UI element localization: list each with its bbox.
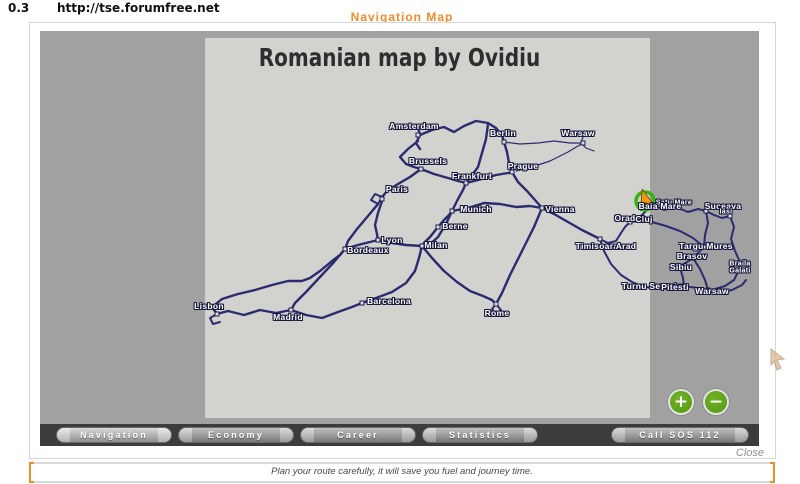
city-label-timisoara: Timisoara	[575, 241, 619, 251]
city-label-berlin: Berlin	[490, 128, 516, 138]
city-label-milan: Milan	[424, 240, 448, 250]
road-node	[214, 311, 220, 317]
road-node	[375, 237, 381, 243]
road	[494, 206, 544, 306]
city-label-arad: Arad	[615, 241, 637, 251]
road-node	[493, 301, 499, 307]
city-label-vienna: Vienna	[545, 204, 575, 214]
city-label-pitesti: Pitesti	[661, 282, 689, 292]
city-label-brasov: Brasov	[676, 251, 708, 261]
tip-bracket-right-icon	[770, 462, 775, 483]
bottom-toolbar: Navigation Economy Career Statistics Call S…	[40, 424, 759, 446]
city-label-targu-mures: Targu Mures	[679, 241, 733, 251]
tip-text: Plan your route carefully, it will save …	[271, 466, 533, 477]
road-node	[435, 224, 441, 230]
version-number: 0.3	[8, 1, 30, 15]
city-label-warsaw: Warsaw	[695, 286, 729, 296]
map-panel: Romanian map by Ovidiu Amsterdam Berlin Wa…	[40, 31, 759, 446]
city-label-berne: Berne	[442, 221, 468, 231]
road	[510, 170, 544, 210]
city-label-sibiu: Sibiu	[669, 262, 693, 272]
toolbar-button-navigation[interactable]: Navigation	[56, 427, 172, 443]
city-label-galati: Galati	[729, 267, 751, 275]
page: { "page": { "version": "0.3", "url": "ht…	[0, 0, 800, 484]
city-label-braila: Braila	[729, 260, 751, 268]
city-label-brussels: Brussels	[408, 156, 448, 166]
city-label-iasi: Iasi	[719, 208, 733, 216]
city-label-frankfurt: Frankfurt	[451, 171, 493, 181]
toolbar-button-economy[interactable]: Economy	[178, 427, 294, 443]
city-label-paris: Paris	[385, 184, 409, 194]
city-label-rome: Rome	[484, 308, 510, 318]
tip-bracket-left-icon	[29, 462, 34, 483]
city-label-lyon: Lyon	[381, 235, 403, 245]
toolbar-button-career[interactable]: Career	[300, 427, 416, 443]
call-sos-button[interactable]: Call SOS 112	[611, 427, 749, 443]
road-node	[539, 205, 545, 211]
road-node	[418, 166, 424, 172]
tip-bar: Plan your route carefully, it will save …	[29, 462, 775, 483]
road	[503, 140, 584, 145]
road-node	[359, 300, 365, 306]
road-node	[449, 208, 455, 214]
zoom-out-button[interactable]: −	[703, 389, 729, 415]
city-label-barcelona: Barcelona	[367, 296, 411, 306]
city-label-munich: Munich	[460, 204, 492, 214]
city-label-cluj: Cluj	[635, 214, 653, 224]
close-button[interactable]: Close	[736, 447, 764, 459]
road	[420, 244, 498, 306]
road-node	[415, 132, 421, 138]
mouse-cursor-icon	[770, 348, 786, 371]
road-node	[379, 196, 385, 202]
road-node	[463, 180, 469, 186]
road	[599, 221, 631, 244]
city-label-prague: Prague	[507, 161, 539, 171]
zoom-in-button[interactable]: +	[668, 389, 694, 415]
toolbar-button-statistics[interactable]: Statistics	[422, 427, 538, 443]
city-label-baia-mare: Baia Mare	[638, 201, 682, 211]
city-label-amsterdam: Amsterdam	[389, 121, 439, 131]
road-node	[501, 139, 507, 145]
city-label-lisbon: Lisbon	[194, 301, 224, 311]
road-node	[580, 140, 586, 146]
city-label-warsaw: Warsaw	[561, 128, 595, 138]
city-label-bordeaux: Bordeaux	[347, 245, 389, 255]
road-network	[209, 119, 747, 325]
city-label-madrid: Madrid	[273, 312, 303, 322]
road	[210, 247, 347, 316]
